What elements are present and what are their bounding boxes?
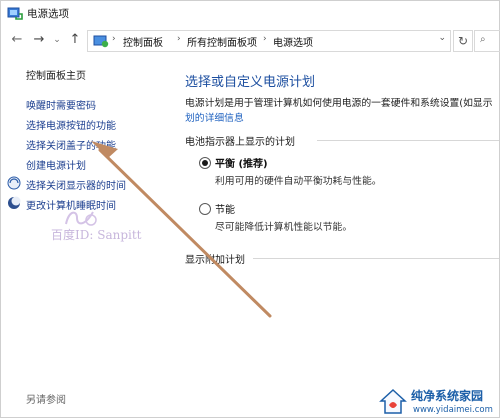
main-content: 选择或自定义电源计划 电源计划是用于管理计算机如何使用电源的一套硬件和系统设置(… xyxy=(169,57,499,417)
breadcrumb-control-panel[interactable]: 控制面板 xyxy=(123,34,163,49)
sidebar-item-wake-password[interactable]: 唤醒时需要密码 xyxy=(26,97,96,112)
brand-url: www.yidaimei.com xyxy=(413,405,493,415)
address-bar[interactable]: › 控制面板 › 所有控制面板项 › 电源选项 ⌄ xyxy=(87,30,451,52)
plan-balanced-label[interactable]: 平衡 (推荐) xyxy=(215,155,268,170)
power-options-window: 电源选项 ← → ⌄ ↑ › 控制面板 › 所有控制面板项 › 电源选项 ⌄ ↻… xyxy=(0,0,500,418)
plan-power-saver-radio[interactable] xyxy=(199,203,211,215)
breadcrumb-all-items[interactable]: 所有控制面板项 xyxy=(187,34,257,49)
brand-name: 纯净系统家园 xyxy=(411,389,484,403)
sidebar-item-create-plan[interactable]: 创建电源计划 xyxy=(26,157,86,172)
back-arrow-icon[interactable]: ← xyxy=(9,31,25,49)
navigation-bar: ← → ⌄ ↑ › 控制面板 › 所有控制面板项 › 电源选项 ⌄ ↻ ⌕ xyxy=(1,27,500,53)
sidebar-item-power-button[interactable]: 选择电源按钮的功能 xyxy=(26,117,116,132)
watermark-logo-icon xyxy=(65,211,97,226)
address-dropdown-icon[interactable]: ⌄ xyxy=(438,33,446,43)
breadcrumb-separator-icon: › xyxy=(177,34,181,44)
recent-locations-chevron-icon[interactable]: ⌄ xyxy=(49,31,65,49)
forward-arrow-icon[interactable]: → xyxy=(31,31,47,49)
plan-balanced-description: 利用可用的硬件自动平衡功耗与性能。 xyxy=(215,176,382,187)
display-settings-icon xyxy=(7,176,21,190)
breadcrumb-separator-icon: › xyxy=(112,34,116,44)
sleep-moon-icon xyxy=(8,196,21,209)
brand-logo-icon xyxy=(379,388,407,414)
refresh-icon[interactable]: ↻ xyxy=(453,30,473,52)
plan-power-saver-description: 尽可能降低计算机性能以节能。 xyxy=(215,222,353,233)
control-panel-icon xyxy=(93,35,109,48)
battery-plans-section-title: 电池指示器上显示的计划 xyxy=(185,137,295,148)
section-divider xyxy=(253,258,499,259)
sidebar-item-display-off-time[interactable]: 选择关闭显示器的时间 xyxy=(26,177,126,192)
plan-details-link[interactable]: 划的详细信息 xyxy=(185,110,244,124)
breadcrumb-power-options[interactable]: 电源选项 xyxy=(273,34,313,49)
search-input[interactable]: ⌕ xyxy=(474,30,500,52)
search-icon: ⌕ xyxy=(480,34,486,45)
section-divider xyxy=(317,140,499,141)
plan-power-saver-label[interactable]: 节能 xyxy=(215,201,235,216)
page-title: 选择或自定义电源计划 xyxy=(185,75,316,90)
see-also-heading: 另请参阅 xyxy=(26,395,66,406)
sidebar-item-lid-close[interactable]: 选择关闭盖子的功能 xyxy=(26,137,116,152)
page-description: 电源计划是用于管理计算机如何使用电源的一套硬件和系统设置(如显示 xyxy=(185,98,493,109)
watermark-text: 百度ID: Sanpitt xyxy=(51,228,142,242)
title-bar: 电源选项 xyxy=(1,1,499,25)
control-panel-home-link[interactable]: 控制面板主页 xyxy=(26,67,86,82)
plan-balanced-radio[interactable] xyxy=(199,157,211,169)
window-title: 电源选项 xyxy=(27,8,69,20)
up-arrow-icon[interactable]: ↑ xyxy=(67,31,83,49)
power-options-app-icon xyxy=(7,7,23,20)
breadcrumb-separator-icon: › xyxy=(263,34,267,44)
site-brand-watermark: 纯净系统家园 www.yidaimei.com xyxy=(373,385,500,419)
show-additional-plans-toggle[interactable]: 显示附加计划 xyxy=(185,251,245,266)
